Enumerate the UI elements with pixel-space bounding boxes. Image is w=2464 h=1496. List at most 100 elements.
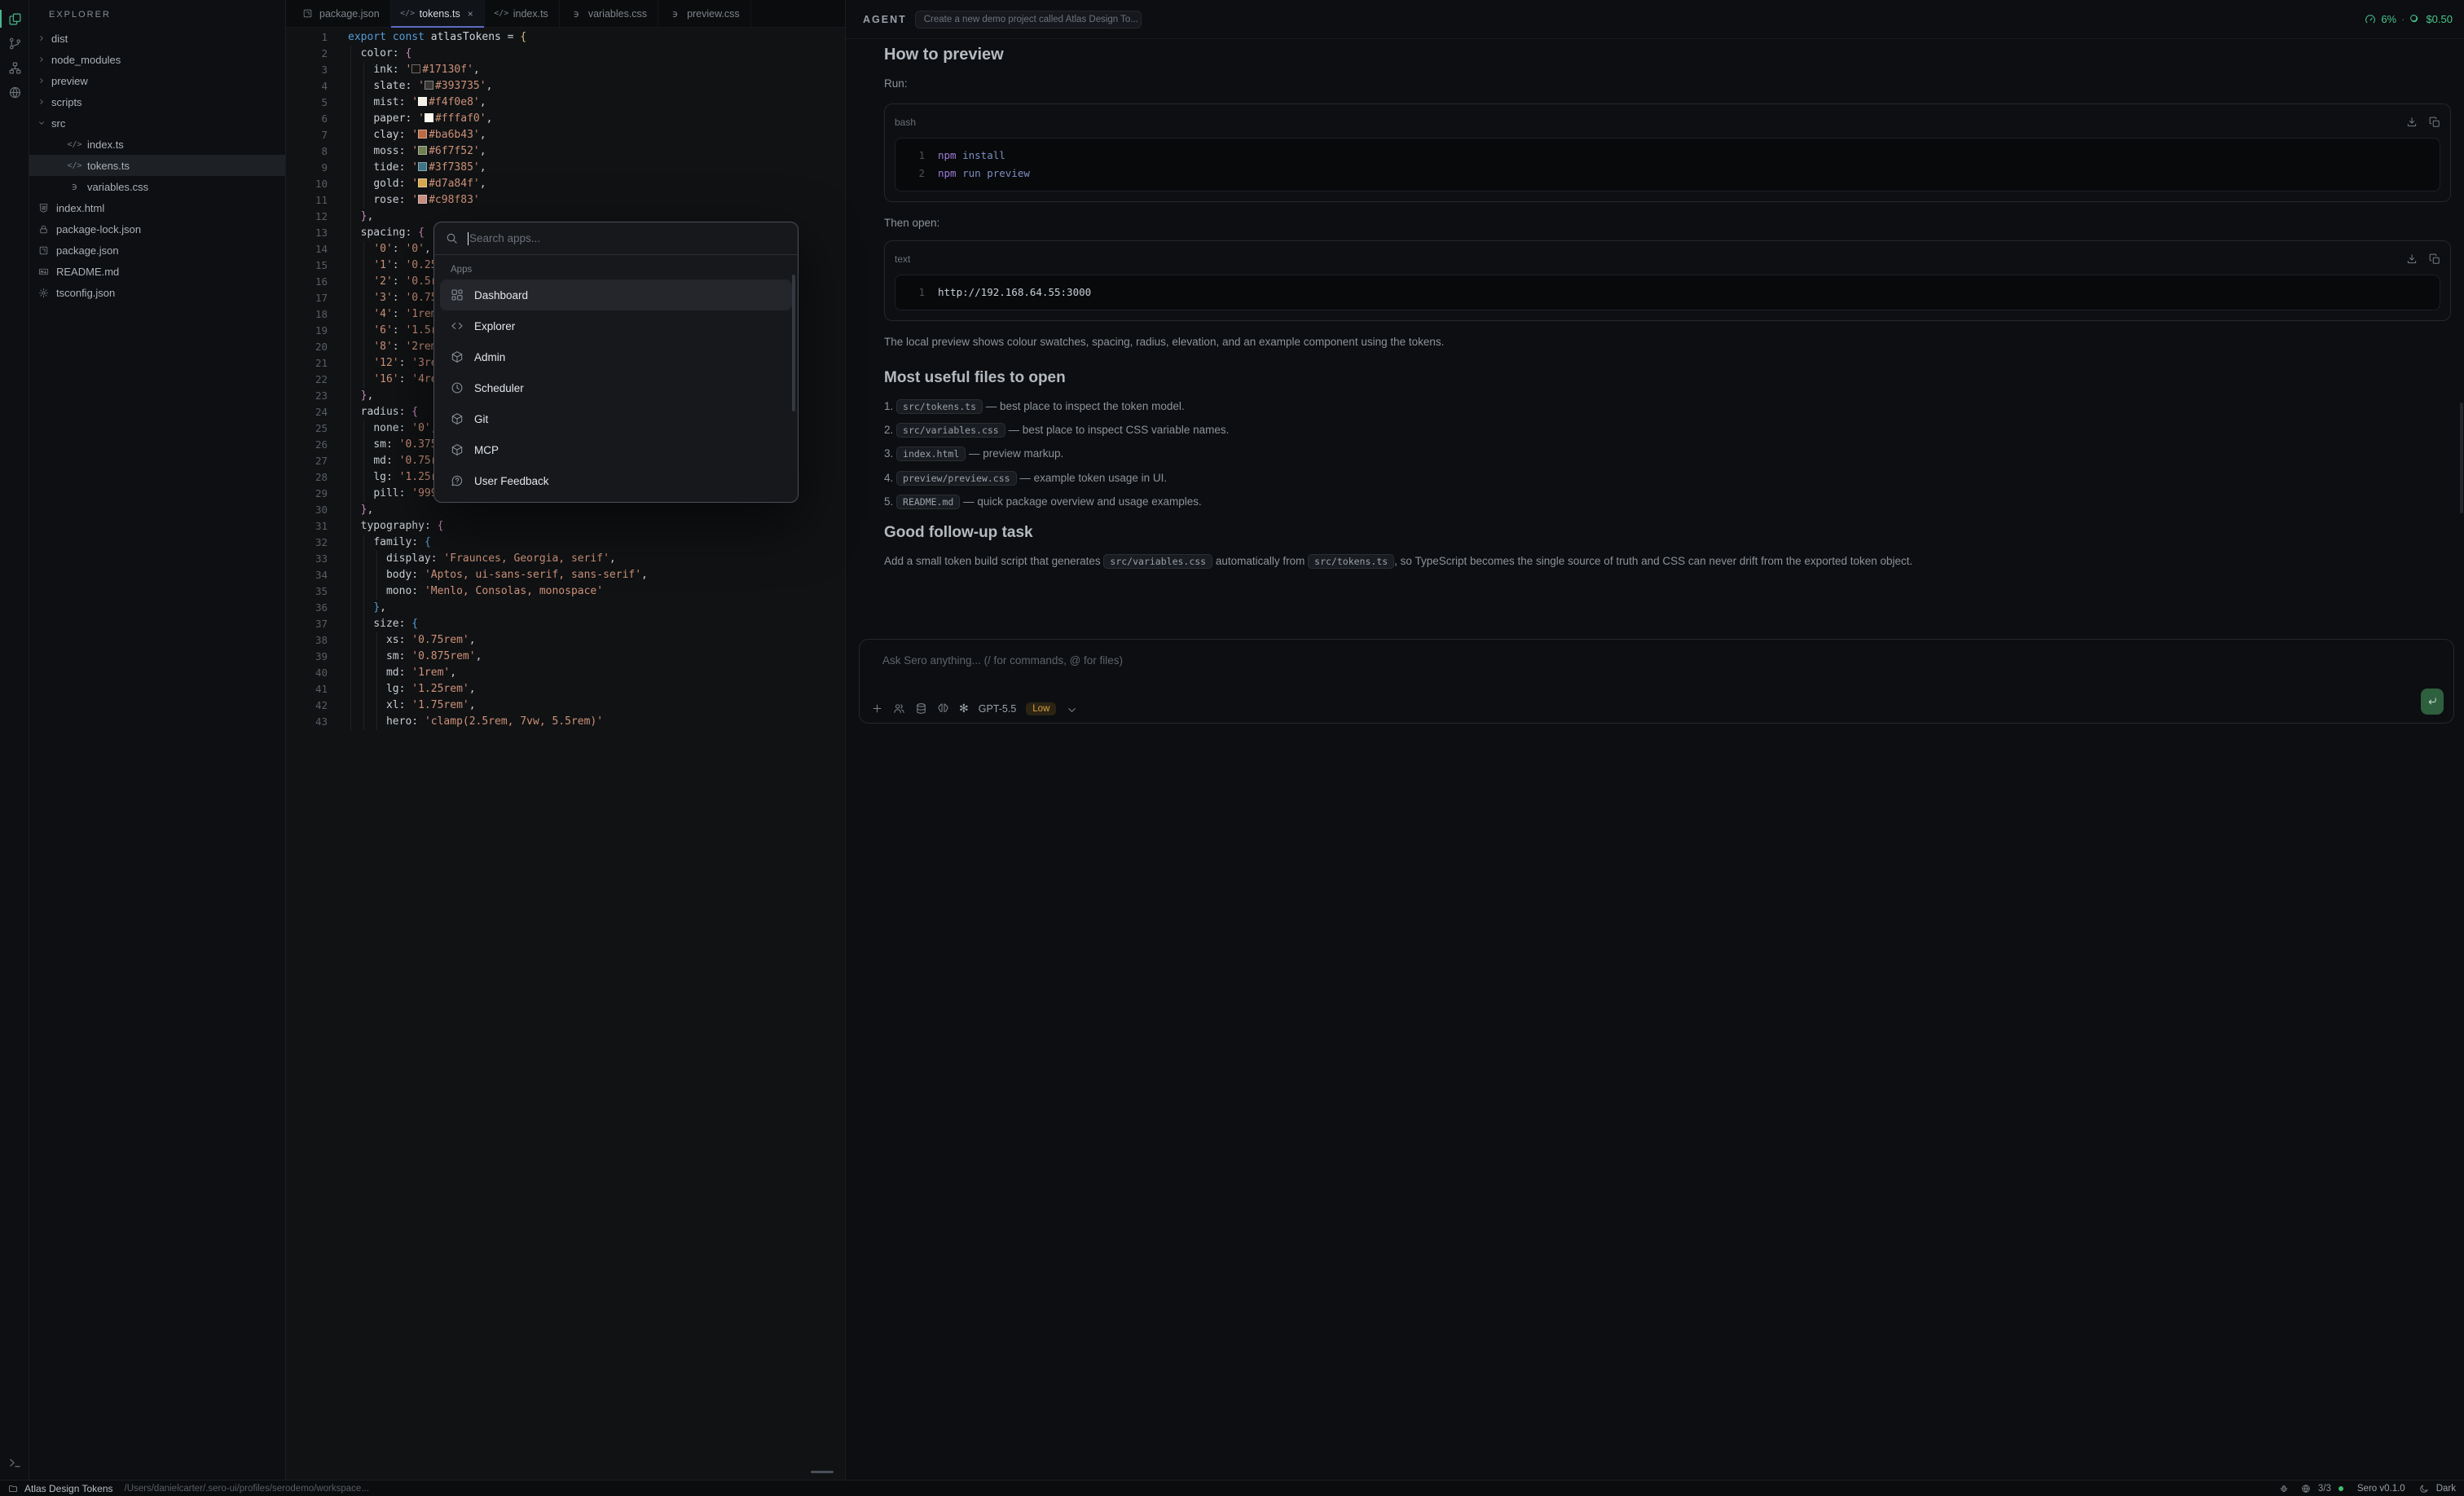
tab-index.ts[interactable]: </>index.ts	[485, 0, 560, 27]
tree-item-index.html[interactable]: index.html	[29, 197, 285, 218]
tree-item-variables.css[interactable]: ϶variables.css	[29, 176, 285, 197]
code-line: 7 clay: '#ba6b43',	[286, 127, 845, 143]
copy-icon[interactable]	[2429, 117, 2440, 128]
search-row[interactable]: Search apps...	[434, 222, 798, 255]
file-chip[interactable]: src/variables.css	[1103, 554, 1212, 569]
app-item-User Feedback[interactable]: User Feedback	[440, 465, 792, 496]
composer-input[interactable]: Ask Sero anything... (/ for commands, @ …	[860, 640, 2453, 667]
css-file-icon: ϶	[669, 8, 681, 20]
box-file-icon	[37, 244, 50, 256]
org-activity-icon[interactable]	[0, 55, 29, 80]
workspace-path: /Users/danielcarter/.sero-ui/profiles/se…	[125, 1484, 369, 1494]
search-input[interactable]: Search apps...	[469, 232, 540, 244]
branch-activity-icon[interactable]	[0, 31, 29, 55]
network-count: 3/3	[2318, 1484, 2331, 1494]
useful-file-item: 1. src/tokens.ts — best place to inspect…	[884, 398, 2451, 416]
effort-badge[interactable]: Low	[1026, 702, 1056, 715]
model-selector[interactable]: GPT-5.5	[979, 703, 1017, 715]
horizontal-scrollbar[interactable]	[811, 1471, 834, 1473]
agent-scrollbar[interactable]	[2460, 403, 2463, 513]
file-chip[interactable]: preview/preview.css	[896, 471, 1017, 486]
file-chip[interactable]: src/tokens.ts	[896, 399, 983, 414]
tree-item-tsconfig.json[interactable]: tsconfig.json	[29, 282, 285, 303]
apps-section-label: Apps	[434, 255, 798, 279]
code-line: 41 lg: '1.25rem',	[286, 681, 845, 697]
tree-item-package.json[interactable]: package.json	[29, 240, 285, 261]
chevron-down-icon[interactable]	[1066, 704, 1075, 713]
attach-button[interactable]	[871, 702, 883, 715]
file-chip[interactable]: src/variables.css	[896, 423, 1005, 438]
app-item-Dashboard[interactable]: Dashboard	[440, 279, 792, 310]
send-button[interactable]	[2421, 689, 2444, 715]
tree-item-preview[interactable]: preview	[29, 70, 285, 91]
color-swatch	[418, 162, 427, 171]
file-chip[interactable]: index.html	[896, 447, 966, 461]
tree-item-package-lock.json[interactable]: package-lock.json	[29, 218, 285, 240]
tab-preview.css[interactable]: ϶preview.css	[658, 0, 751, 27]
tab-tokens.ts[interactable]: </>tokens.ts×	[391, 0, 485, 27]
agents-button[interactable]	[893, 702, 905, 715]
code-line: 5 mist: '#f4f0e8',	[286, 95, 845, 111]
tree-item-scripts[interactable]: scripts	[29, 91, 285, 112]
chevron-right-icon	[37, 55, 46, 64]
files-activity-icon[interactable]	[0, 7, 29, 31]
app-list: DashboardExplorerAdminSchedulerGitMCPUse…	[434, 279, 798, 496]
copy-icon[interactable]	[2429, 253, 2440, 265]
moon-icon[interactable]	[2419, 1484, 2429, 1494]
composer-toolbar: ✻ GPT-5.5 Low	[871, 702, 2444, 715]
app-item-MCP[interactable]: MCP	[440, 434, 792, 465]
tree-item-src[interactable]: src	[29, 112, 285, 134]
tree-item-dist[interactable]: dist	[29, 28, 285, 49]
app-item-Scheduler[interactable]: Scheduler	[440, 372, 792, 403]
workspace-name: Atlas Design Tokens	[24, 1483, 113, 1494]
code-line: 43 hero: 'clamp(2.5rem, 7vw, 5.5rem)'	[286, 714, 845, 730]
tree-item-README.md[interactable]: README.md	[29, 261, 285, 282]
chevron-right-icon	[37, 34, 46, 42]
folder-icon	[8, 1484, 18, 1494]
app-item-Git[interactable]: Git	[440, 403, 792, 434]
reasoning-button[interactable]	[937, 702, 949, 715]
color-swatch	[418, 146, 427, 155]
ts-file-icon: </>	[402, 8, 414, 20]
code-line: 35 mono: 'Menlo, Consolas, monospace'	[286, 583, 845, 600]
agent-task-pill[interactable]: Create a new demo project called Atlas D…	[915, 11, 1142, 29]
code-line: 4 slate: '#393735',	[286, 78, 845, 95]
tree-item-index.ts[interactable]: </>index.ts	[29, 134, 285, 155]
box-file-icon	[301, 8, 314, 20]
chevron-right-icon	[37, 98, 46, 106]
app-item-Admin[interactable]: Admin	[440, 341, 792, 372]
code-line: 34 body: 'Aptos, ui-sans-serif, sans-ser…	[286, 567, 845, 583]
bash-code-block: bash1npm install2npm run preview	[884, 103, 2451, 202]
useful-file-item: 3. index.html — preview markup.	[884, 445, 2451, 463]
download-icon[interactable]	[2406, 253, 2418, 265]
terminal-activity-icon[interactable]	[0, 1450, 29, 1475]
file-tree: distnode_modulespreviewscriptssrc</>inde…	[29, 28, 285, 303]
tab-bar: package.json</>tokens.ts×</>index.ts϶var…	[286, 0, 845, 28]
css-file-icon: ϶	[68, 181, 81, 192]
cube-icon	[451, 443, 464, 456]
file-chip[interactable]: src/tokens.ts	[1308, 554, 1394, 569]
file-chip[interactable]: README.md	[896, 495, 960, 509]
tab-variables.css[interactable]: ϶variables.css	[560, 0, 658, 27]
download-icon[interactable]	[2406, 117, 2418, 128]
app-item-Explorer[interactable]: Explorer	[440, 310, 792, 341]
tree-item-tokens.ts[interactable]: </>tokens.ts	[29, 155, 285, 176]
context-percent: 6%	[2381, 13, 2396, 25]
online-indicator	[2339, 1486, 2343, 1491]
text-caret	[468, 232, 469, 245]
useful-files-list: 1. src/tokens.ts — best place to inspect…	[884, 398, 2451, 511]
network-icon	[2301, 1484, 2311, 1494]
composer[interactable]: Ask Sero anything... (/ for commands, @ …	[859, 639, 2454, 724]
close-icon[interactable]: ×	[468, 8, 473, 20]
ts-file-icon: </>	[68, 139, 81, 150]
heading-follow-up: Good follow-up task	[884, 524, 2451, 542]
dialog-scrollbar[interactable]	[792, 275, 795, 411]
globe-activity-icon[interactable]	[0, 80, 29, 104]
bug-icon[interactable]	[2279, 1484, 2289, 1494]
tab-package.json[interactable]: package.json	[291, 0, 391, 27]
context-button[interactable]	[915, 702, 927, 715]
ts-file-icon: </>	[68, 160, 81, 171]
tree-item-node_modules[interactable]: node_modules	[29, 49, 285, 70]
md-file-icon	[37, 266, 50, 277]
agent-usage: 6% · $0.50	[2365, 13, 2453, 25]
